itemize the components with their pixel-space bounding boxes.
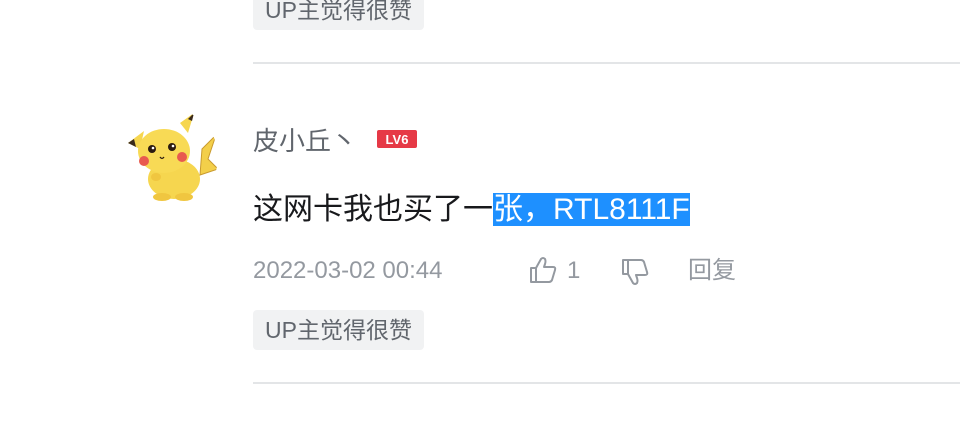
reply-button[interactable]: 回复 — [688, 254, 736, 288]
comment-section: UP主觉得很赞 皮小丘丶 LV6 这网卡我也买了一张，RTL8111F 2022… — [0, 0, 960, 424]
divider — [253, 62, 960, 64]
divider — [253, 382, 960, 384]
comment-content: 这网卡我也买了一张，RTL8111F — [253, 184, 690, 236]
comment-timestamp: 2022-03-02 00:44 — [253, 257, 443, 284]
level-badge-text: LV6 — [386, 132, 409, 147]
comment-text: 这网卡我也买了一 — [253, 193, 493, 226]
level-badge-icon: LV6 — [377, 130, 417, 148]
username[interactable]: 皮小丘丶 — [253, 121, 357, 158]
up-liked-tag: UP主觉得很赞 — [253, 0, 424, 30]
selected-text: 张，RTL8111F — [493, 193, 690, 226]
up-liked-tag: UP主觉得很赞 — [253, 310, 424, 350]
avatar[interactable] — [122, 109, 218, 205]
thumbs-down-icon[interactable] — [620, 257, 650, 287]
pikachu-avatar-icon — [122, 109, 218, 205]
thumbs-up-icon[interactable] — [528, 255, 558, 285]
like-count: 1 — [567, 257, 581, 284]
